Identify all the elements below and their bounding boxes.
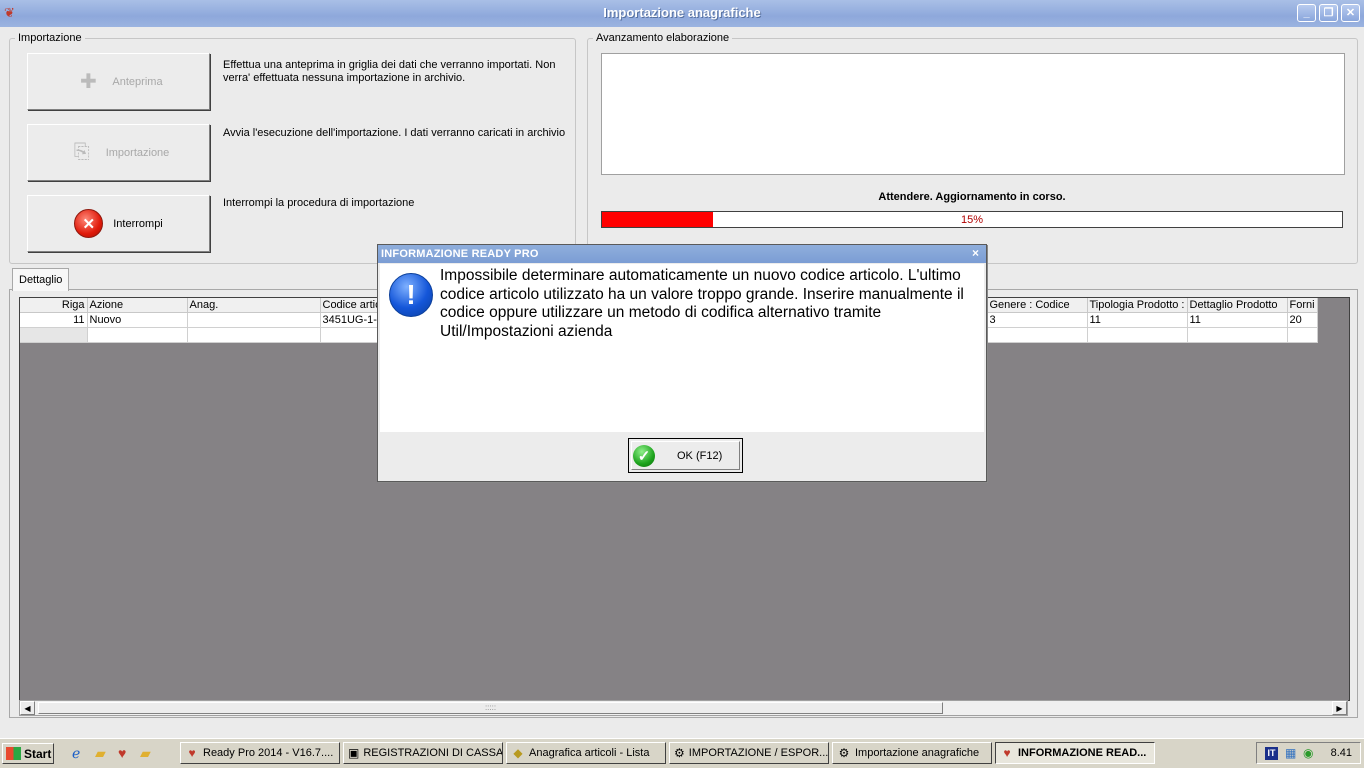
col-header-azione[interactable]: Azione <box>87 298 188 313</box>
taskbar-item-anagrafica-articoli[interactable]: ◆ Anagrafica articoli - Lista <box>506 742 666 764</box>
cell-anag[interactable] <box>187 312 321 328</box>
dialog-message: Impossibile determinare automaticamente … <box>440 267 964 340</box>
taskbar-item-importazione-esportazione[interactable]: ⚙ IMPORTAZIONE / ESPOR... <box>669 742 829 764</box>
col-header-dettaglio-prodotto[interactable]: Dettaglio Prodotto <box>1187 298 1288 313</box>
progress-log <box>601 53 1345 175</box>
start-label: Start <box>24 746 52 761</box>
internet-explorer-icon[interactable]: ℯ <box>72 745 80 762</box>
check-icon: ✓ <box>633 444 655 467</box>
window-title: Importazione anagrafiche <box>603 5 761 20</box>
window-titlebar[interactable]: ❦ Importazione anagrafiche _ ❐ ✕ <box>0 0 1364 28</box>
cell-azione[interactable]: Nuovo <box>87 312 188 328</box>
cell-fornitore[interactable]: 20 <box>1287 312 1318 328</box>
importazione-label: Importazione <box>105 146 170 159</box>
windows-logo-icon <box>6 747 21 760</box>
scroll-right-arrow-icon[interactable]: ▶ <box>1332 701 1347 715</box>
taskbar-item-ready-pro[interactable]: ♥ Ready Pro 2014 - V16.7.... <box>180 742 340 764</box>
gear-icon: ⚙ <box>674 746 685 760</box>
info-dialog: INFORMAZIONE READY PRO × ! Impossibile d… <box>377 244 987 482</box>
security-icon[interactable]: ◉ <box>1303 746 1313 760</box>
col-header-fornitore[interactable]: Forni <box>1287 298 1318 313</box>
progress-bar: 15% <box>601 211 1343 228</box>
restore-button[interactable]: ❐ <box>1319 4 1338 22</box>
col-header-genere-codice[interactable]: Genere : Codice <box>987 298 1088 313</box>
folder-icon[interactable]: ▰ <box>95 745 106 762</box>
cell-riga[interactable]: 11 <box>20 312 88 328</box>
close-button[interactable]: ✕ <box>1341 4 1360 22</box>
strawberry-icon[interactable]: ♥ <box>118 745 126 761</box>
system-tray: IT ▦ ◉ 8.41 <box>1256 742 1361 764</box>
cell-tipologia-prodotto[interactable]: 11 <box>1087 312 1188 328</box>
anteprima-button[interactable]: ✚ Anteprima <box>27 53 210 110</box>
avanzamento-legend: Avanzamento elaborazione <box>596 32 730 44</box>
progress-percent: 15% <box>960 214 984 226</box>
status-text: Attendere. Aggiornamento in corso. <box>878 191 1066 203</box>
taskbar-item-registrazioni-cassa[interactable]: ▣ REGISTRAZIONI DI CASSA <box>343 742 503 764</box>
cell-genere-codice[interactable]: 3 <box>987 312 1088 328</box>
magnifier-icon: ✚ <box>80 71 97 93</box>
importazione-description: Avvia l'esecuzione dell'importazione. I … <box>223 127 566 139</box>
col-header-tipologia-prodotto[interactable]: Tipologia Prodotto : <box>1087 298 1188 313</box>
interrompi-button[interactable]: ✕ Interrompi <box>27 195 210 252</box>
horizontal-scrollbar[interactable]: ◀ ::::: ▶ <box>19 700 1348 716</box>
importazione-button[interactable]: ⎘ Importazione <box>27 124 210 181</box>
strawberry-icon: ♥ <box>1003 746 1011 760</box>
clock: 8.41 <box>1330 747 1352 759</box>
ok-button[interactable]: ✓ OK (F12) <box>628 438 743 473</box>
taskbar: Start ℯ ▰ ♥ ▰ ♥ Ready Pro 2014 - V16.7..… <box>0 738 1364 768</box>
dialog-title[interactable]: INFORMAZIONE READY PRO <box>378 245 986 263</box>
importazione-legend: Importazione <box>18 32 82 44</box>
anteprima-description: Effettua una anteprima in griglia dei da… <box>223 59 556 84</box>
anteprima-label: Anteprima <box>112 75 163 88</box>
strawberry-icon: ♥ <box>188 746 196 760</box>
scroll-thumb[interactable]: ::::: <box>38 702 943 714</box>
window-icon: ▣ <box>348 746 360 760</box>
stop-x-icon: ✕ <box>74 209 104 238</box>
cell-dettaglio-prodotto[interactable]: 11 <box>1187 312 1288 328</box>
interrompi-description: Interrompi la procedura di importazione <box>223 197 415 209</box>
taskbar-item-informazione-ready[interactable]: ♥ INFORMAZIONE READ... <box>995 742 1155 764</box>
scroll-left-arrow-icon[interactable]: ◀ <box>20 701 35 715</box>
dialog-body: ! Impossibile determinare automaticament… <box>380 264 984 432</box>
box-icon: ◆ <box>513 746 523 760</box>
interrompi-label: Interrompi <box>113 217 163 230</box>
dialog-close-button[interactable]: × <box>972 246 979 260</box>
gear-icon: ⚙ <box>838 746 850 760</box>
ok-label: OK (F12) <box>677 449 723 462</box>
col-header-riga[interactable]: Riga <box>20 298 88 313</box>
minimize-button[interactable]: _ <box>1297 4 1316 22</box>
taskbar-item-importazione-anagrafiche[interactable]: ⚙ Importazione anagrafiche <box>832 742 992 764</box>
folder-icon[interactable]: ▰ <box>140 745 151 762</box>
network-icon[interactable]: ▦ <box>1285 746 1296 760</box>
import-document-icon: ⎘ <box>73 141 90 163</box>
tab-dettaglio[interactable]: Dettaglio <box>12 268 70 291</box>
info-exclamation-icon: ! <box>389 273 433 317</box>
col-header-anag[interactable]: Anag. <box>187 298 321 313</box>
start-button[interactable]: Start <box>2 743 54 764</box>
language-indicator[interactable]: IT <box>1265 747 1278 760</box>
